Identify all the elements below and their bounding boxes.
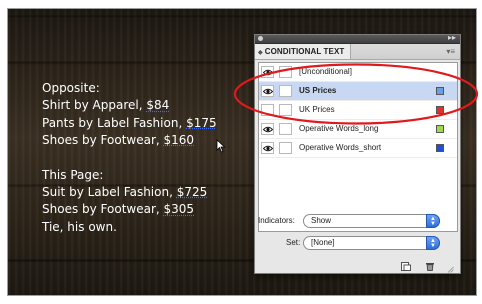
condition-name: Operative Words_short <box>299 143 382 152</box>
condition-toggle-box[interactable] <box>279 85 292 97</box>
panel-close-icon[interactable] <box>258 36 263 41</box>
set-select[interactable]: [None] ▲ ▼ <box>303 236 440 250</box>
price-text: $305 <box>163 202 195 217</box>
indicators-select[interactable]: Show ▲ ▼ <box>303 214 440 228</box>
condition-color-swatch <box>436 106 444 114</box>
text-line: This Page: <box>42 167 104 182</box>
condition-row-selected[interactable]: US Prices <box>259 82 457 101</box>
text-line: Shoes by Footwear, $305 <box>42 202 195 217</box>
visibility-eye-icon[interactable] <box>261 123 274 135</box>
price-text: $725 <box>176 185 208 200</box>
condition-row[interactable]: Operative Words_long <box>259 120 457 139</box>
condition-row[interactable]: Operative Words_short <box>259 139 457 158</box>
text-line: Shirt by Apparel, $84 <box>42 98 170 113</box>
condition-name: [Unconditional] <box>299 67 352 76</box>
visibility-eye-off-icon[interactable] <box>261 104 274 116</box>
panel-title-bar[interactable]: ▸▸ <box>255 33 460 44</box>
select-updown-icon: ▲ ▼ <box>426 236 440 250</box>
resize-grip-icon[interactable] <box>447 266 454 273</box>
text-line: Pants by Label Fashion, $175 <box>42 115 217 130</box>
condition-row[interactable]: UK Prices <box>259 101 457 120</box>
condition-name: US Prices <box>299 86 337 95</box>
set-row: Set: [None] ▲ ▼ <box>258 235 458 251</box>
indicators-label: Indicators: <box>258 216 295 225</box>
new-item-icon[interactable] <box>401 262 411 271</box>
indicators-row: Indicators: Show ▲ ▼ <box>258 213 458 229</box>
condition-color-swatch <box>436 125 444 133</box>
condition-toggle-box[interactable] <box>279 104 292 116</box>
condition-color-swatch <box>436 144 444 152</box>
collapse-panel-icon[interactable]: ▸▸ <box>448 33 456 43</box>
text-line: Opposite: <box>42 81 100 95</box>
condition-toggle-box[interactable] <box>279 66 292 78</box>
set-label: Set: <box>286 238 301 247</box>
condition-toggle-box[interactable] <box>279 123 292 135</box>
text-line: Shoes by Footwear, $160 <box>42 133 195 148</box>
condition-toggle-box[interactable] <box>279 142 292 154</box>
mouse-cursor-icon <box>216 139 226 153</box>
select-updown-icon: ▲ ▼ <box>426 214 440 228</box>
visibility-eye-icon[interactable] <box>261 142 274 154</box>
conditions-list[interactable]: [Unconditional] US Prices UK Prices Oper… <box>258 62 458 232</box>
panel-menu-icon[interactable]: ▾≡ <box>446 47 455 56</box>
visibility-eye-icon[interactable] <box>261 66 274 78</box>
document-text-frame[interactable]: Opposite: Shirt by Apparel, $84 Pants by… <box>42 80 217 236</box>
condition-color-swatch <box>436 87 444 95</box>
trash-icon[interactable] <box>425 262 435 271</box>
price-text: $84 <box>146 98 170 113</box>
tab-expand-icon: ◆ <box>258 50 263 56</box>
condition-name: UK Prices <box>299 105 335 114</box>
condition-name: Operative Words_long <box>299 124 379 133</box>
price-text: $175 <box>186 115 217 130</box>
text-line: Tie, his own. <box>42 219 117 234</box>
panel-tab-bar: ◆ CONDITIONAL TEXT ▾≡ <box>255 44 460 60</box>
tab-conditional-text[interactable]: ◆ CONDITIONAL TEXT <box>255 44 352 59</box>
condition-row[interactable]: [Unconditional] <box>259 63 457 82</box>
visibility-eye-icon[interactable] <box>261 85 274 97</box>
conditional-text-panel: ▸▸ ◆ CONDITIONAL TEXT ▾≡ [Unconditional] … <box>254 33 461 274</box>
text-line: Suit by Label Fashion, $725 <box>42 185 208 200</box>
price-text: $160 <box>163 133 195 148</box>
